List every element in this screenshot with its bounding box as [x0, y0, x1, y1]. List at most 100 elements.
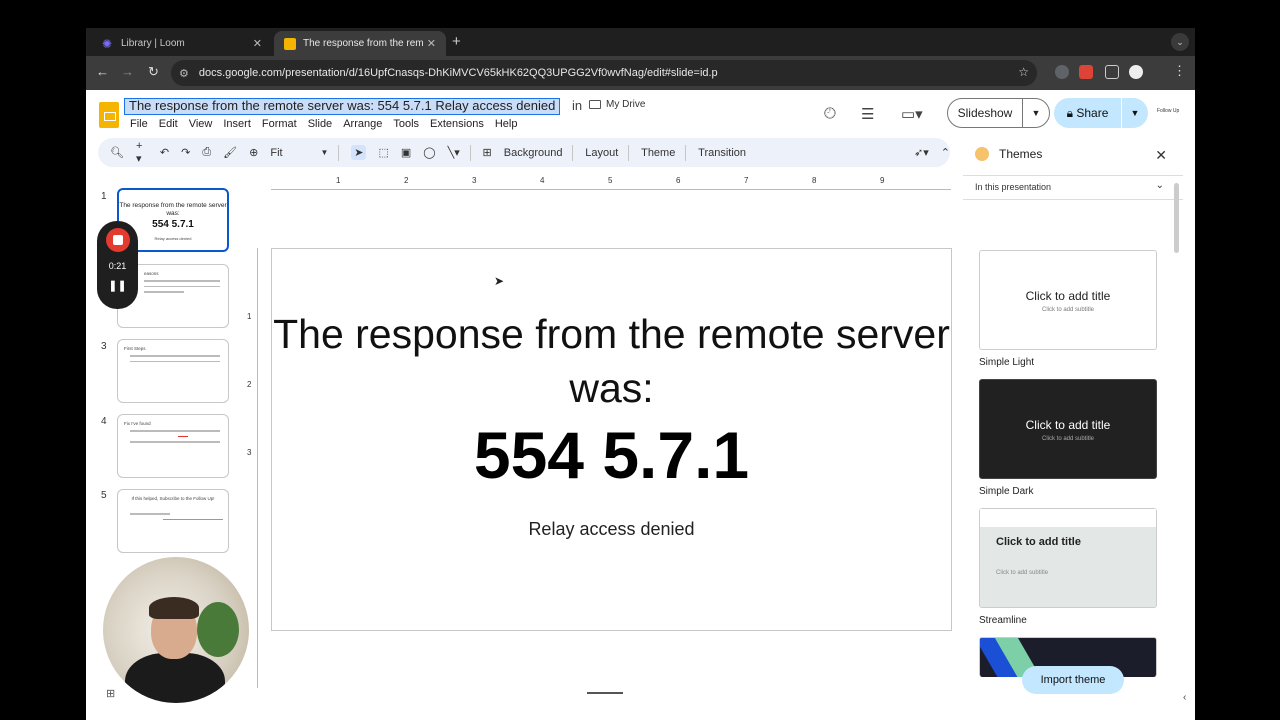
import-theme-button[interactable]: Import theme — [1022, 666, 1124, 694]
meet-camera-icon[interactable]: ▭▾ — [901, 105, 923, 123]
thumb-line — [130, 360, 220, 362]
grid-view-icon[interactable]: ⊞ — [106, 687, 115, 700]
slide-error-code[interactable]: 554 5.7.1 — [272, 417, 951, 493]
theme-card-simple-light[interactable]: Click to add title Click to add subtitle — [979, 250, 1157, 350]
collapse-panel-icon[interactable]: ‹ — [1183, 692, 1186, 703]
ruler-label: 8 — [812, 176, 817, 185]
streamline-header-band — [980, 509, 1156, 527]
theme-card-simple-dark[interactable]: Click to add title Click to add subtitle — [979, 379, 1157, 479]
line-icon[interactable]: ╲▾ — [448, 146, 460, 159]
webcam-bubble[interactable] — [103, 557, 249, 703]
tab-slides[interactable]: The response from the remote ✕ — [274, 31, 446, 56]
extensions-puzzle-icon[interactable] — [1105, 65, 1119, 79]
slide-number: 5 — [101, 490, 107, 501]
slide-thumbnail-4[interactable]: Fix I've found — [117, 414, 229, 478]
menu-slide[interactable]: Slide — [308, 118, 332, 130]
bookmark-star-icon[interactable]: ☆ — [1018, 65, 1029, 79]
menu-tools[interactable]: Tools — [393, 118, 419, 130]
document-title-input[interactable]: The response from the remote server was:… — [124, 98, 561, 115]
menu-help[interactable]: Help — [495, 118, 518, 130]
theme-filter-select[interactable]: In this presentation ⌄ — [975, 180, 1168, 192]
slideshow-button[interactable]: Slideshow ▼ — [947, 98, 1050, 128]
horizontal-ruler: 1 2 3 4 5 6 7 8 9 — [271, 176, 951, 190]
horizontal-scrollbar[interactable] — [587, 692, 623, 694]
divider — [963, 199, 1183, 200]
redo-icon[interactable]: ↷ — [181, 146, 190, 159]
menu-file[interactable]: File — [130, 118, 148, 130]
theme-card-streamline[interactable]: Click to add title Click to add subtitle — [979, 508, 1157, 608]
extension-icon[interactable] — [1055, 65, 1069, 79]
ruler-label: 3 — [472, 176, 477, 185]
shape-icon[interactable]: ◯ — [423, 146, 435, 159]
collapse-toolbar-icon[interactable]: ⌃ — [941, 146, 950, 159]
slideshow-label: Slideshow — [948, 99, 1023, 127]
text-box-icon[interactable]: ⬚ — [378, 146, 388, 159]
select-cursor-icon[interactable]: ➤ — [351, 145, 367, 160]
transition-button[interactable]: Transition — [698, 147, 746, 159]
tab-strip: ✺ Library | Loom ✕ The response from the… — [86, 28, 1195, 56]
extension-red-icon[interactable] — [1079, 65, 1093, 79]
menu-format[interactable]: Format — [262, 118, 297, 130]
zoom-select[interactable]: Fit — [270, 147, 308, 159]
themes-scrollbar[interactable] — [1174, 183, 1179, 253]
zoom-icon[interactable]: ⊕ — [249, 146, 258, 159]
menu-view[interactable]: View — [189, 118, 213, 130]
divider — [628, 144, 630, 161]
tab-loom[interactable]: ✺ Library | Loom ✕ — [92, 31, 272, 56]
chevron-down-icon[interactable]: ▼ — [1122, 108, 1148, 118]
slide-subtitle[interactable]: Relay access denied — [272, 519, 951, 540]
chevron-down-icon[interactable]: ▼ — [321, 148, 329, 157]
paint-format-icon[interactable]: 🖌︎ — [223, 146, 237, 159]
undo-icon[interactable]: ↶ — [160, 146, 169, 159]
close-tab-icon[interactable]: ✕ — [253, 37, 262, 50]
slide-thumbnail-5[interactable]: If this helped, Subscribe to the Follow … — [117, 489, 229, 553]
ruler-label: 2 — [404, 176, 409, 185]
loom-recorder-controls: 0:21 ❚❚ — [97, 221, 138, 309]
browser-menu-icon[interactable]: ⋮ — [1173, 63, 1186, 79]
reload-icon[interactable]: ↻ — [148, 64, 159, 80]
stop-recording-button[interactable] — [106, 228, 130, 252]
ruler-label: 3 — [247, 448, 252, 457]
version-history-icon[interactable]: 🕘︎ — [824, 105, 836, 122]
tab-title: The response from the remote — [303, 38, 423, 49]
new-tab-icon[interactable]: + — [452, 33, 461, 50]
share-button[interactable]: 🔒︎ Share ▼ — [1054, 98, 1148, 128]
ruler-label: 9 — [880, 176, 885, 185]
slides-logo-icon[interactable] — [99, 102, 119, 128]
menu-edit[interactable]: Edit — [159, 118, 178, 130]
add-comment-icon[interactable]: ⊞ — [483, 146, 492, 159]
site-info-icon[interactable]: ⚙ — [179, 67, 189, 80]
comments-icon[interactable]: ☰ — [861, 105, 874, 123]
menu-extensions[interactable]: Extensions — [430, 118, 484, 130]
pause-recording-button[interactable]: ❚❚ — [97, 279, 138, 292]
divider — [685, 144, 687, 161]
theme-name: Streamline — [979, 615, 1027, 626]
address-bar[interactable]: ⚙ docs.google.com/presentation/d/16UpfCn… — [171, 60, 1037, 86]
forward-icon[interactable]: → — [121, 64, 134, 79]
theme-button[interactable]: Theme — [641, 147, 675, 159]
image-icon[interactable]: ▣ — [401, 146, 411, 159]
menu-arrange[interactable]: Arrange — [343, 118, 382, 130]
tab-search-icon[interactable]: ⌄ — [1171, 33, 1189, 51]
layout-button[interactable]: Layout — [585, 147, 618, 159]
slide-title[interactable]: The response from the remote server was: — [272, 307, 951, 415]
menu-bar: File Edit View Insert Format Slide Arran… — [130, 118, 528, 130]
url-text: docs.google.com/presentation/d/16UpfCnas… — [198, 67, 718, 79]
palette-icon — [975, 147, 989, 161]
close-icon[interactable]: ✕ — [1155, 147, 1167, 164]
close-tab-icon[interactable]: ✕ — [427, 37, 436, 50]
chevron-down-icon[interactable]: ▼ — [1023, 108, 1049, 118]
menu-insert[interactable]: Insert — [223, 118, 251, 130]
new-slide-icon[interactable]: + ▾ — [136, 140, 148, 165]
thumb-text: If this helped, Subscribe to the Follow … — [131, 496, 215, 501]
back-icon[interactable]: ← — [96, 64, 109, 79]
background-button[interactable]: Background — [504, 147, 563, 159]
drive-location[interactable]: My Drive — [589, 99, 645, 110]
profile-avatar[interactable] — [1129, 65, 1143, 79]
search-menus-icon[interactable]: 🔍︎ — [110, 146, 124, 159]
slide-canvas[interactable]: The response from the remote server was:… — [271, 248, 952, 631]
pen-icon[interactable]: ➶▾ — [914, 146, 929, 159]
print-icon[interactable]: ⎙ — [202, 146, 211, 159]
slide-thumbnail-3[interactable]: First Steps — [117, 339, 229, 403]
share-label: 🔒︎ Share — [1054, 98, 1122, 128]
